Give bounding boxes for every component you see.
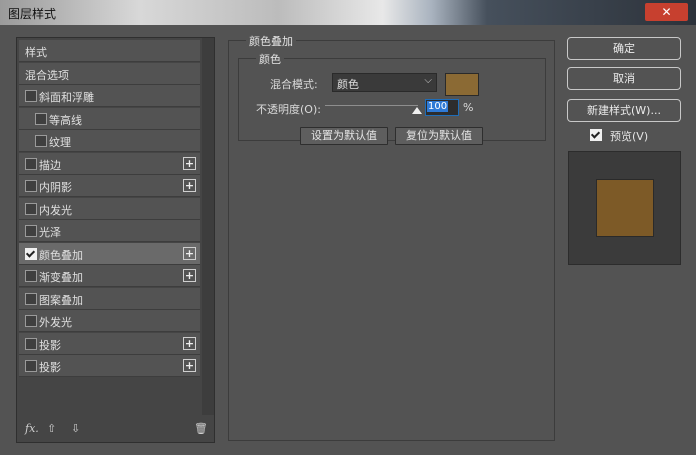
new-style-button[interactable]: 新建样式(W)... (567, 99, 681, 122)
color-swatch[interactable] (445, 73, 479, 96)
move-down-icon[interactable]: ⇩ (71, 422, 80, 435)
fx-icon[interactable]: fx. (25, 422, 39, 435)
reset-default-button[interactable]: 复位为默认值 (395, 127, 483, 145)
style-list-item-label: 光泽 (39, 226, 61, 239)
chevron-down-icon: ⌵ (424, 75, 432, 86)
group-title: 颜色 (256, 51, 284, 67)
style-checkbox[interactable] (25, 225, 37, 237)
style-list-item[interactable]: 投影 + (19, 332, 200, 355)
style-checkbox[interactable] (35, 112, 47, 125)
style-checkbox[interactable] (25, 90, 37, 102)
add-instance-icon[interactable]: + (183, 269, 196, 282)
style-checkbox[interactable] (25, 180, 37, 192)
style-list-footer: fx. ⇧ ⇩ 🗑 (17, 416, 214, 442)
blend-mode-value: 颜色 (337, 78, 359, 91)
add-instance-icon[interactable]: + (183, 336, 196, 350)
opacity-input[interactable]: 100 (425, 99, 459, 116)
style-preview (568, 151, 681, 265)
style-checkbox[interactable] (25, 247, 37, 260)
style-list-item[interactable]: 描边 + (19, 152, 200, 175)
close-button[interactable]: ✕ (645, 3, 688, 21)
style-list-item-label: 纹理 (49, 136, 71, 149)
style-list-item-label: 斜面和浮雕 (39, 91, 94, 104)
title-bar: 图层样式 ✕ (0, 0, 696, 25)
style-checkbox[interactable] (25, 360, 37, 372)
opacity-slider-thumb[interactable] (412, 107, 422, 114)
add-instance-icon[interactable]: + (183, 359, 196, 372)
style-list-item-label: 渐变叠加 (39, 271, 83, 284)
style-list-item-label: 内阴影 (39, 181, 72, 194)
style-list-item-label: 颜色叠加 (39, 248, 83, 262)
style-checkbox[interactable] (35, 135, 47, 147)
style-list-item-label: 外发光 (39, 316, 72, 329)
style-list-item-label: 图案叠加 (39, 293, 83, 307)
blend-mode-label: 混合模式: (270, 78, 318, 91)
style-checkbox[interactable] (25, 315, 37, 327)
style-list-item[interactable]: 光泽 (19, 220, 200, 242)
style-list-item[interactable]: 投影 + (19, 355, 200, 377)
style-list-item[interactable]: 颜色叠加 + (19, 242, 200, 265)
style-list-item-label: 描边 (39, 158, 61, 172)
style-list-item[interactable]: 内发光 (19, 197, 200, 220)
opacity-unit: % (463, 101, 474, 114)
style-list-item-label: 样式 (25, 46, 47, 59)
style-list-item[interactable]: 斜面和浮雕 (19, 85, 200, 107)
window-title: 图层样式 (8, 7, 57, 21)
section-title: 颜色叠加 (246, 33, 296, 49)
color-group: 颜色 混合模式: 颜色 ⌵ 不透明度(O): 100 % (238, 51, 546, 141)
opacity-slider-track[interactable] (325, 105, 418, 106)
style-list-item[interactable]: 渐变叠加 + (19, 265, 200, 287)
style-list-item[interactable]: 内阴影 + (19, 175, 200, 197)
opacity-label: 不透明度(O): (256, 103, 321, 116)
style-checkbox[interactable] (25, 157, 37, 170)
style-list-item[interactable]: 等高线 (19, 107, 200, 130)
style-list-item-label: 内发光 (39, 203, 72, 217)
style-list-item[interactable]: 外发光 (19, 310, 200, 332)
move-up-icon[interactable]: ⇧ (47, 422, 56, 435)
style-list-item-label: 投影 (39, 361, 61, 374)
set-default-button[interactable]: 设置为默认值 (300, 127, 388, 145)
preview-label: 预览(V) (610, 130, 649, 143)
opacity-value: 100 (427, 101, 449, 112)
style-list-item-label: 投影 (39, 338, 61, 352)
add-instance-icon[interactable]: + (183, 246, 196, 260)
ok-button[interactable]: 确定 (567, 37, 681, 60)
trash-icon[interactable]: 🗑 (194, 422, 208, 435)
style-list-item-label: 等高线 (49, 113, 82, 127)
style-list-item-label: 混合选项 (25, 68, 69, 82)
style-list-item[interactable]: 图案叠加 (19, 287, 200, 310)
style-list-item[interactable]: 混合选项 (19, 62, 200, 85)
preview-swatch (596, 179, 654, 237)
style-list-panel: 样式混合选项斜面和浮雕等高线纹理描边 + 内阴影 + 内发光光泽颜色叠加 + 渐变叠加 + 图案… (16, 37, 215, 443)
style-checkbox[interactable] (25, 337, 37, 350)
preview-checkbox[interactable] (590, 129, 602, 141)
blend-mode-select[interactable]: 颜色 ⌵ (332, 73, 437, 92)
style-checkbox[interactable] (25, 202, 37, 215)
color-overlay-panel: 颜色叠加 颜色 混合模式: 颜色 ⌵ 不透明度(O): 100 % 设置为默认值… (228, 33, 555, 441)
add-instance-icon[interactable]: + (183, 179, 196, 192)
style-checkbox[interactable] (25, 292, 37, 305)
cancel-button[interactable]: 取消 (567, 67, 681, 90)
style-list-item[interactable]: 样式 (19, 40, 200, 62)
style-checkbox[interactable] (25, 270, 37, 282)
style-list-scrollbar[interactable] (202, 38, 214, 415)
style-list-item[interactable]: 纹理 (19, 130, 200, 152)
add-instance-icon[interactable]: + (183, 156, 196, 170)
